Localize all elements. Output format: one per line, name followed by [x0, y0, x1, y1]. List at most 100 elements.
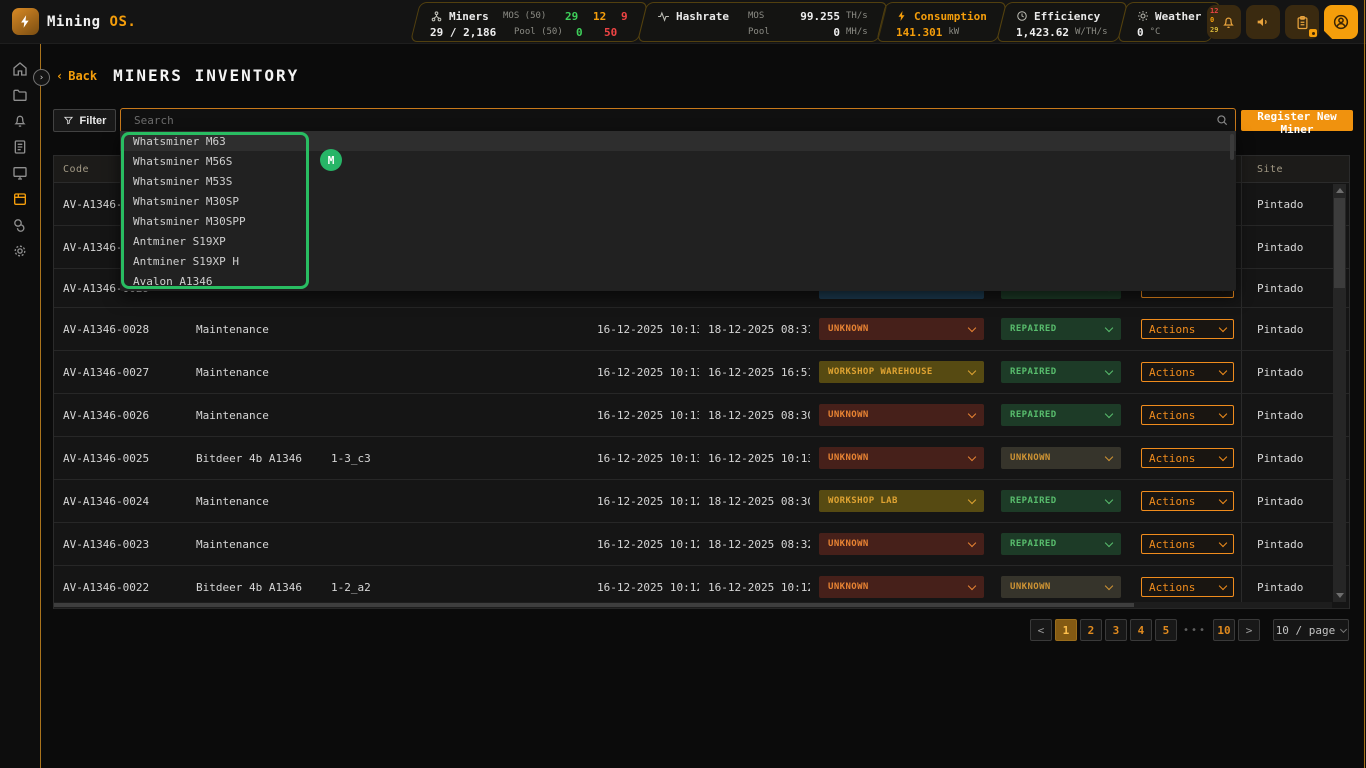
table-row: AV-A1346-0028 Maintenance 16-12-2025 10:…	[54, 308, 1349, 351]
filter-button[interactable]: Filter	[53, 109, 116, 132]
document-icon	[12, 139, 28, 155]
horizontal-scrollbar-thumb[interactable]	[54, 603, 1134, 607]
chevron-down-icon	[968, 581, 976, 589]
dropdown-scrollbar-thumb[interactable]	[1230, 134, 1234, 160]
brand-text: Mining	[47, 14, 101, 30]
miners-icon	[430, 10, 443, 23]
back-label: Back	[68, 69, 97, 83]
notif-count-yellow: 29	[1210, 26, 1218, 35]
dropdown-option[interactable]: Whatsminer M30SP	[120, 191, 1236, 211]
page-button-5[interactable]: 5	[1155, 619, 1177, 641]
cell-code: AV-A1346-0023	[54, 523, 187, 565]
notif-count-orange: 0	[1210, 16, 1218, 25]
scroll-down-arrow-icon[interactable]	[1336, 593, 1344, 598]
table-row: AV-A1346-0024 Maintenance 16-12-2025 10:…	[54, 480, 1349, 523]
page-button-2[interactable]: 2	[1080, 619, 1102, 641]
actions-dropdown-button[interactable]: Actions	[1141, 448, 1234, 468]
weather-unit: °C	[1149, 27, 1160, 37]
table-row: AV-A1346-0025 Bitdeer 4b A13461-3_c3 16-…	[54, 437, 1349, 480]
weather-label: Weather	[1155, 10, 1201, 23]
repair-status-select[interactable]: REPAIRED	[1001, 533, 1121, 555]
sidebar-item-alerts[interactable]	[12, 113, 28, 129]
actions-dropdown-button[interactable]: Actions	[1141, 362, 1234, 382]
vertical-scrollbar[interactable]	[1333, 184, 1346, 602]
repair-status-select[interactable]: REPAIRED	[1001, 490, 1121, 512]
chevron-right-icon: ›	[39, 73, 44, 83]
location-status-select[interactable]: UNKNOWN	[819, 447, 984, 469]
tasks-button[interactable]	[1285, 5, 1319, 39]
dropdown-option[interactable]: Antminer S19XP	[120, 231, 1236, 251]
miners-count: 29 / 2,186	[430, 26, 508, 39]
location-status-select[interactable]: UNKNOWN	[819, 533, 984, 555]
back-link[interactable]: ‹Back	[56, 69, 97, 83]
chevron-down-icon	[1219, 581, 1227, 589]
sidebar-item-files[interactable]	[12, 87, 28, 103]
actions-dropdown-button[interactable]: Actions	[1141, 491, 1234, 511]
sidebar-item-settings[interactable]	[12, 243, 28, 259]
search	[120, 108, 1236, 133]
sidebar-item-reports[interactable]	[12, 139, 28, 155]
home-icon	[12, 61, 28, 77]
topbar-icon-buttons: 12 0 29	[1207, 5, 1358, 39]
chevron-down-icon	[1340, 625, 1347, 632]
dropdown-option[interactable]: Avalon A1346	[120, 271, 1236, 291]
efficiency-clock-icon	[1016, 10, 1028, 22]
location-status-select[interactable]: UNKNOWN	[819, 318, 984, 340]
repair-status-select[interactable]: REPAIRED	[1001, 404, 1121, 426]
repair-status-select[interactable]: UNKNOWN	[1001, 447, 1121, 469]
page-button-10[interactable]: 10	[1213, 619, 1235, 641]
consumption-bolt-icon	[896, 10, 908, 22]
gear-icon	[12, 243, 28, 259]
stat-weather: Weather 0 °C	[1117, 2, 1221, 42]
cell-code: AV-A1346-0025	[54, 437, 187, 479]
chevron-down-icon	[1105, 323, 1113, 331]
next-page-button[interactable]: >	[1238, 619, 1260, 641]
chevron-down-icon	[1219, 323, 1227, 331]
dropdown-option[interactable]: Whatsminer M56S	[120, 151, 1236, 171]
search-input[interactable]	[120, 108, 1236, 133]
horizontal-scrollbar[interactable]	[54, 602, 1332, 608]
dropdown-option[interactable]: Antminer S19XP H	[120, 251, 1236, 271]
chevron-down-icon	[1105, 581, 1113, 589]
column-header-site: Site	[1241, 156, 1351, 182]
actions-dropdown-button[interactable]: Actions	[1141, 534, 1234, 554]
sidebar-item-home[interactable]	[12, 61, 28, 77]
actions-dropdown-button[interactable]: Actions	[1141, 405, 1234, 425]
sound-button[interactable]	[1246, 5, 1280, 39]
sidebar-item-monitoring[interactable]	[12, 165, 28, 181]
chevron-down-icon	[1105, 538, 1113, 546]
brand-suffix: OS.	[110, 14, 137, 30]
page-button-1[interactable]: 1	[1055, 619, 1077, 641]
account-button[interactable]	[1324, 5, 1358, 39]
dropdown-option[interactable]: Whatsminer M53S	[120, 171, 1236, 191]
efficiency-value: 1,423.62	[1016, 26, 1069, 39]
prev-page-button[interactable]: <	[1030, 619, 1052, 641]
stat-hashrate: Hashrate MOS 99.255 TH/s Pool 0 MH/s	[637, 2, 888, 42]
sidebar-toggle-button[interactable]: ›	[33, 69, 50, 86]
actions-dropdown-button[interactable]: Actions	[1141, 577, 1234, 597]
scroll-up-arrow-icon[interactable]	[1336, 188, 1344, 193]
location-status-select[interactable]: WORKSHOP LAB	[819, 490, 984, 512]
repair-status-select[interactable]: UNKNOWN	[1001, 576, 1121, 598]
register-new-miner-button[interactable]: Register New Miner	[1241, 110, 1353, 131]
location-status-select[interactable]: WORKSHOP WAREHOUSE	[819, 361, 984, 383]
repair-status-select[interactable]: REPAIRED	[1001, 361, 1121, 383]
dropdown-option[interactable]: Whatsminer M30SPP	[120, 211, 1236, 231]
dropdown-option[interactable]: Whatsminer M63	[120, 131, 1236, 151]
page-size-select[interactable]: 10 / page	[1273, 619, 1349, 641]
actions-dropdown-button[interactable]: Actions	[1141, 319, 1234, 339]
notifications-button[interactable]: 12 0 29	[1207, 5, 1241, 39]
clipboard-icon	[1295, 15, 1310, 30]
sidebar-item-finance[interactable]	[12, 217, 28, 233]
sidebar-item-inventory[interactable]	[12, 191, 28, 207]
page-button-3[interactable]: 3	[1105, 619, 1127, 641]
mining-os-app: Mining OS. Miners MOS (50) 29 12 9 29 / …	[0, 0, 1366, 768]
hashrate-mos-unit: TH/s	[846, 11, 868, 21]
chevron-down-icon	[1219, 366, 1227, 374]
location-status-select[interactable]: UNKNOWN	[819, 404, 984, 426]
vertical-scrollbar-thumb[interactable]	[1334, 198, 1345, 288]
location-status-select[interactable]: UNKNOWN	[819, 576, 984, 598]
repair-status-select[interactable]: REPAIRED	[1001, 318, 1121, 340]
page-button-4[interactable]: 4	[1130, 619, 1152, 641]
consumption-unit: kW	[949, 27, 960, 37]
